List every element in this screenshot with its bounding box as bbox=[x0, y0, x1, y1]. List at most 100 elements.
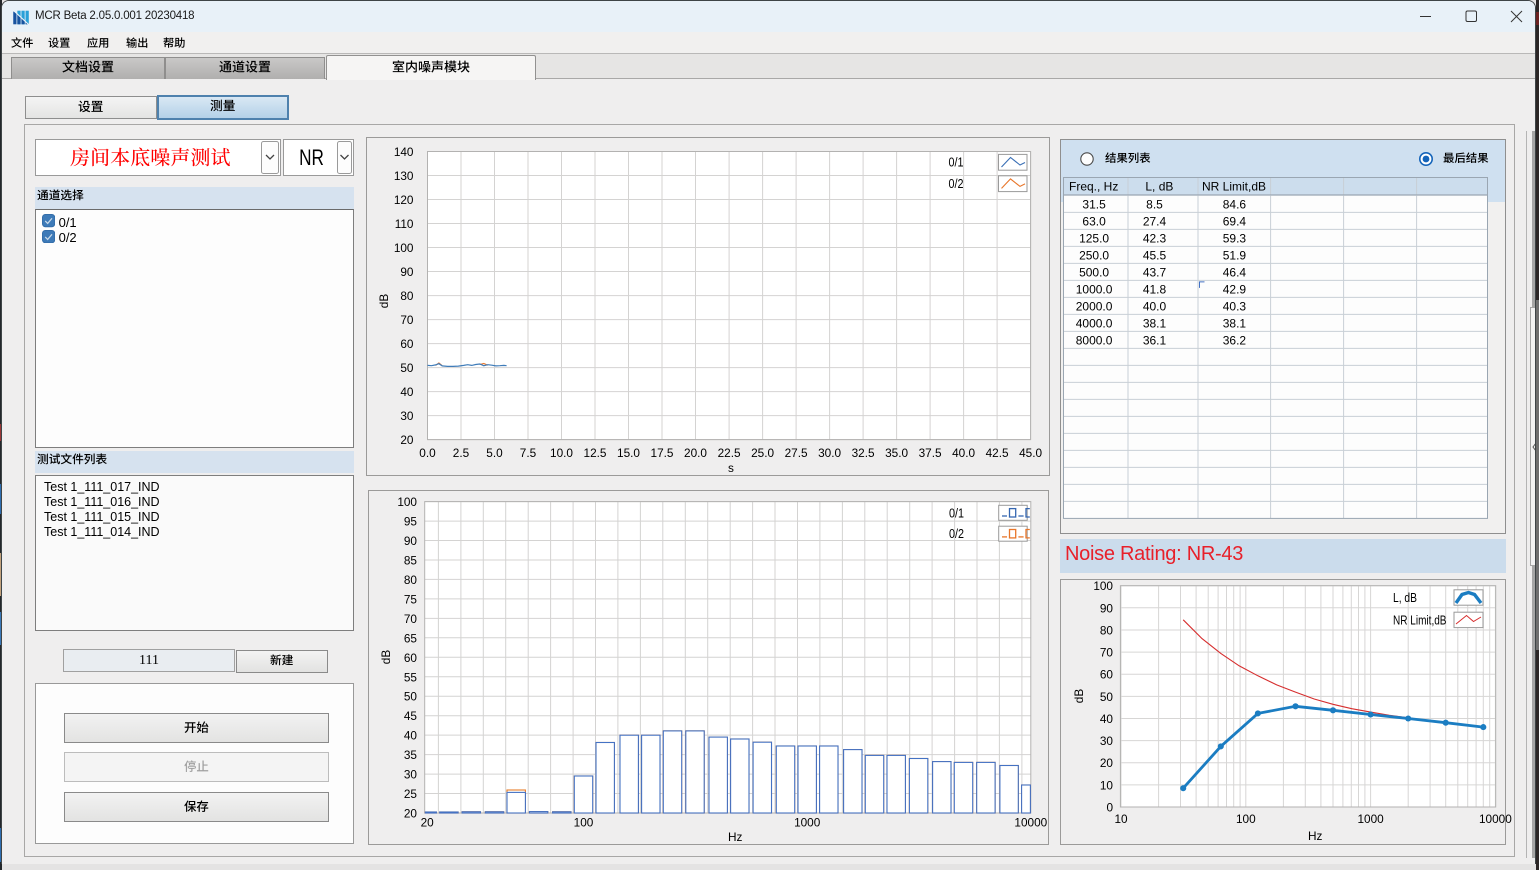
svg-text:L, dB: L, dB bbox=[1145, 179, 1173, 193]
svg-text:22.5: 22.5 bbox=[718, 446, 741, 460]
svg-text:2.5: 2.5 bbox=[453, 446, 470, 460]
svg-text:s: s bbox=[728, 461, 734, 475]
svg-text:42.5: 42.5 bbox=[986, 446, 1009, 460]
svg-text:36.1: 36.1 bbox=[1143, 333, 1167, 347]
svg-text:140: 140 bbox=[394, 145, 414, 159]
svg-text:8000.0: 8000.0 bbox=[1076, 333, 1113, 347]
svg-text:17.5: 17.5 bbox=[651, 446, 674, 460]
svg-text:NR Limit,dB: NR Limit,dB bbox=[1393, 613, 1447, 628]
svg-text:30: 30 bbox=[404, 768, 418, 782]
svg-text:25.0: 25.0 bbox=[751, 446, 774, 460]
svg-text:Hz: Hz bbox=[1308, 829, 1323, 843]
svg-text:41.8: 41.8 bbox=[1143, 282, 1167, 296]
svg-text:42.9: 42.9 bbox=[1223, 282, 1247, 296]
svg-text:42.3: 42.3 bbox=[1143, 231, 1167, 245]
svg-text:dB: dB bbox=[377, 294, 391, 309]
svg-text:45.5: 45.5 bbox=[1143, 248, 1167, 262]
svg-text:40.0: 40.0 bbox=[1143, 299, 1167, 313]
svg-text:50: 50 bbox=[400, 361, 414, 375]
svg-text:10: 10 bbox=[1100, 778, 1114, 792]
svg-text:90: 90 bbox=[1100, 601, 1114, 615]
svg-text:dB: dB bbox=[1072, 689, 1086, 704]
svg-text:55: 55 bbox=[404, 670, 418, 684]
svg-text:85: 85 bbox=[404, 554, 418, 568]
svg-text:20: 20 bbox=[420, 816, 434, 830]
svg-text:100: 100 bbox=[1236, 812, 1256, 826]
svg-text:65: 65 bbox=[404, 631, 418, 645]
svg-text:0: 0 bbox=[1106, 801, 1113, 815]
svg-text:120: 120 bbox=[394, 193, 414, 207]
svg-text:15.0: 15.0 bbox=[617, 446, 640, 460]
svg-text:63.0: 63.0 bbox=[1082, 214, 1106, 228]
svg-text:90: 90 bbox=[404, 534, 418, 548]
svg-text:37.5: 37.5 bbox=[919, 446, 942, 460]
svg-text:80: 80 bbox=[400, 289, 414, 303]
svg-text:0/1: 0/1 bbox=[949, 156, 964, 170]
svg-text:35.0: 35.0 bbox=[885, 446, 908, 460]
svg-text:84.6: 84.6 bbox=[1223, 197, 1247, 211]
svg-text:43.7: 43.7 bbox=[1143, 265, 1167, 279]
svg-text:100: 100 bbox=[397, 495, 417, 509]
svg-text:60: 60 bbox=[400, 337, 414, 351]
svg-text:10000: 10000 bbox=[1479, 812, 1512, 826]
svg-text:130: 130 bbox=[394, 169, 414, 183]
svg-text:0/2: 0/2 bbox=[949, 177, 964, 191]
svg-text:0/1: 0/1 bbox=[949, 506, 964, 520]
svg-text:20: 20 bbox=[404, 807, 418, 821]
svg-text:10000: 10000 bbox=[1014, 816, 1047, 830]
svg-text:12.5: 12.5 bbox=[584, 446, 607, 460]
svg-text:100: 100 bbox=[573, 816, 593, 830]
svg-text:NR Limit,dB: NR Limit,dB bbox=[1202, 179, 1266, 193]
svg-text:4000.0: 4000.0 bbox=[1076, 316, 1113, 330]
svg-text:70: 70 bbox=[400, 313, 414, 327]
svg-text:40: 40 bbox=[404, 729, 418, 743]
svg-text:25: 25 bbox=[404, 787, 418, 801]
svg-text:60: 60 bbox=[1100, 668, 1114, 682]
svg-text:5.0: 5.0 bbox=[486, 446, 503, 460]
svg-text:30: 30 bbox=[400, 409, 414, 423]
svg-text:80: 80 bbox=[1100, 624, 1114, 638]
svg-text:60: 60 bbox=[404, 651, 418, 665]
svg-text:10.0: 10.0 bbox=[550, 446, 573, 460]
svg-text:0.0: 0.0 bbox=[419, 446, 436, 460]
svg-text:30: 30 bbox=[1100, 734, 1114, 748]
svg-text:125.0: 125.0 bbox=[1079, 231, 1109, 245]
svg-text:45: 45 bbox=[404, 709, 418, 723]
svg-text:Hz: Hz bbox=[728, 830, 743, 844]
svg-text:50: 50 bbox=[1100, 690, 1114, 704]
svg-text:0/2: 0/2 bbox=[949, 527, 964, 541]
svg-text:Freq., Hz: Freq., Hz bbox=[1069, 179, 1118, 193]
svg-text:10: 10 bbox=[1114, 812, 1128, 826]
svg-text:20.0: 20.0 bbox=[684, 446, 707, 460]
svg-text:100: 100 bbox=[394, 241, 414, 255]
svg-text:1000.0: 1000.0 bbox=[1076, 282, 1113, 296]
svg-text:80: 80 bbox=[404, 573, 418, 587]
svg-text:2000.0: 2000.0 bbox=[1076, 299, 1113, 313]
svg-text:95: 95 bbox=[404, 515, 418, 529]
svg-text:30.0: 30.0 bbox=[818, 446, 841, 460]
svg-text:35: 35 bbox=[404, 748, 418, 762]
svg-text:40: 40 bbox=[400, 385, 414, 399]
svg-text:36.2: 36.2 bbox=[1223, 333, 1247, 347]
svg-text:40.3: 40.3 bbox=[1223, 299, 1247, 313]
svg-text:32.5: 32.5 bbox=[852, 446, 875, 460]
svg-text:1000: 1000 bbox=[794, 816, 821, 830]
svg-text:59.3: 59.3 bbox=[1223, 231, 1247, 245]
svg-text:38.1: 38.1 bbox=[1223, 316, 1247, 330]
svg-text:70: 70 bbox=[404, 612, 418, 626]
svg-text:69.4: 69.4 bbox=[1223, 214, 1247, 228]
svg-text:70: 70 bbox=[1100, 646, 1114, 660]
svg-text:38.1: 38.1 bbox=[1143, 316, 1167, 330]
svg-text:1000: 1000 bbox=[1357, 812, 1384, 826]
svg-text:dB: dB bbox=[379, 650, 393, 665]
svg-text:27.4: 27.4 bbox=[1143, 214, 1167, 228]
svg-text:40: 40 bbox=[1100, 712, 1114, 726]
svg-text:46.4: 46.4 bbox=[1223, 265, 1247, 279]
svg-text:90: 90 bbox=[400, 265, 414, 279]
svg-text:20: 20 bbox=[400, 433, 414, 447]
svg-text:100: 100 bbox=[1093, 579, 1113, 593]
svg-text:8.5: 8.5 bbox=[1146, 197, 1163, 211]
svg-text:45.0: 45.0 bbox=[1019, 446, 1042, 460]
svg-text:7.5: 7.5 bbox=[520, 446, 537, 460]
svg-text:20: 20 bbox=[1100, 756, 1114, 770]
